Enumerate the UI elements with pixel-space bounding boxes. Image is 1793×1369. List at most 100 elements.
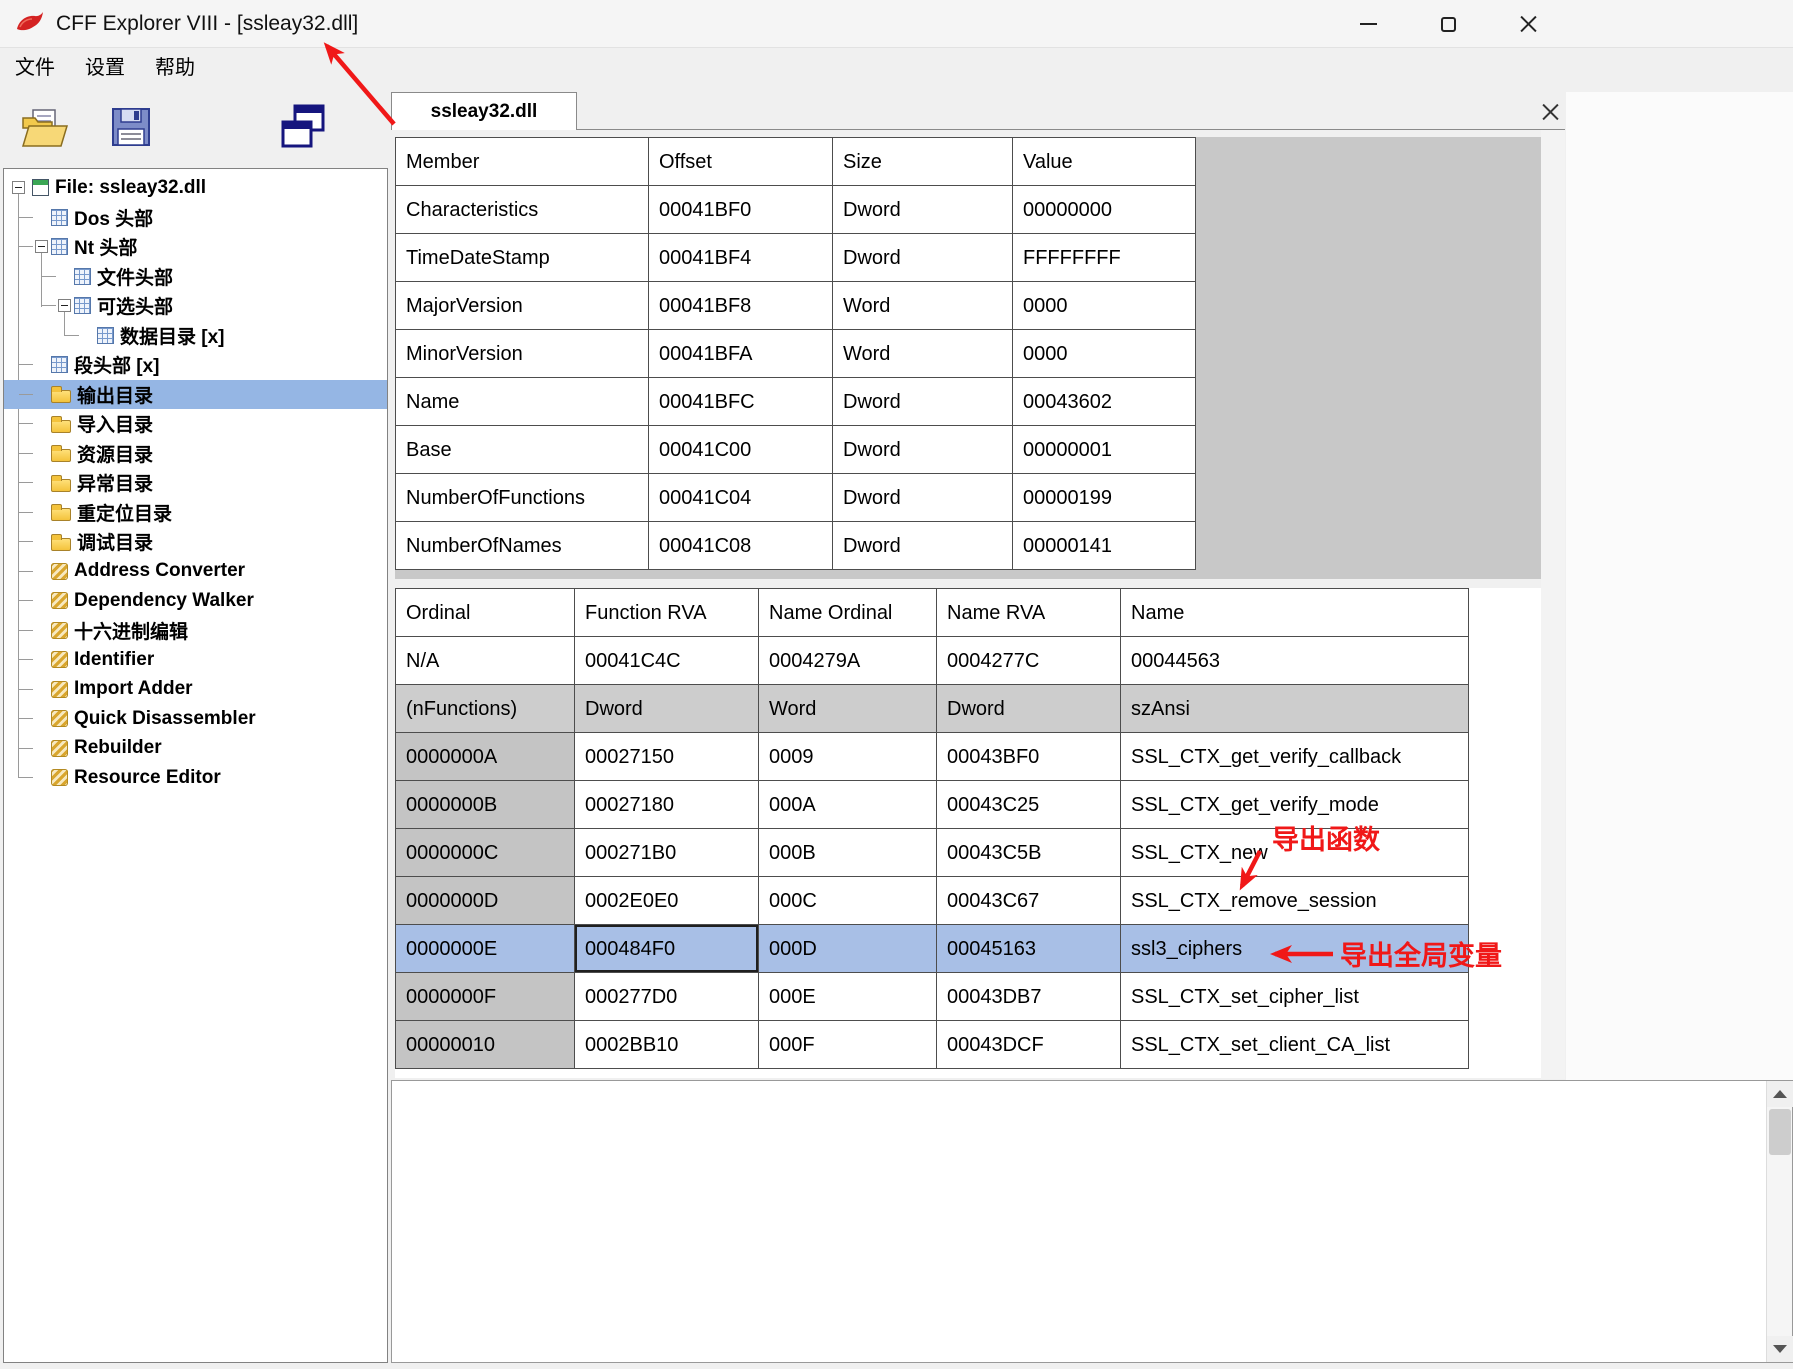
cell[interactable]: ssl3_ciphers [1121, 925, 1469, 973]
tree-item-import-directory[interactable]: 导入目录 [4, 409, 387, 439]
cell[interactable]: SSL_CTX_set_cipher_list [1121, 973, 1469, 1021]
cell[interactable]: szAnsi [1121, 685, 1469, 733]
cell[interactable]: Dword [833, 522, 1013, 570]
cell[interactable]: NumberOfNames [396, 522, 649, 570]
maximize-button[interactable] [1420, 6, 1476, 42]
cell[interactable]: SSL_CTX_get_verify_mode [1121, 781, 1469, 829]
column-header-ordinal[interactable]: Ordinal [396, 589, 575, 637]
cell[interactable]: 00000010 [396, 1021, 575, 1069]
cell[interactable]: 00041BF0 [649, 186, 833, 234]
cell[interactable]: 0000 [1013, 330, 1196, 378]
cell[interactable]: 0000000C [396, 829, 575, 877]
cell[interactable]: 00045163 [937, 925, 1121, 973]
cell[interactable]: 00043DB7 [937, 973, 1121, 1021]
cell[interactable]: 00041C4C [575, 637, 759, 685]
content-scrollbar[interactable] [1541, 130, 1565, 1079]
cell[interactable]: 0002BB10 [575, 1021, 759, 1069]
cell[interactable]: SSL_CTX_remove_session [1121, 877, 1469, 925]
tree-item-relocation-directory[interactable]: 重定位目录 [4, 498, 387, 528]
scroll-down-button[interactable] [1767, 1336, 1793, 1362]
cell[interactable]: 000B [759, 829, 937, 877]
cell[interactable]: 00041C08 [649, 522, 833, 570]
cell[interactable]: 00000199 [1013, 474, 1196, 522]
cell[interactable]: 000271B0 [575, 829, 759, 877]
cell[interactable]: 00043602 [1013, 378, 1196, 426]
cell[interactable]: SSL_CTX_get_verify_callback [1121, 733, 1469, 781]
cell[interactable]: Word [833, 282, 1013, 330]
cell[interactable]: 000F [759, 1021, 937, 1069]
tree-item-hex-editor[interactable]: 十六进制编辑 [4, 616, 387, 646]
tree-item-section-headers[interactable]: 段头部 [x] [4, 350, 387, 380]
column-header-function-rva[interactable]: Function RVA [575, 589, 759, 637]
tree-item-data-directories[interactable]: 数据目录 [x] [4, 321, 387, 351]
cell[interactable]: 00043C25 [937, 781, 1121, 829]
close-button[interactable] [1500, 6, 1556, 42]
cell[interactable]: Base [396, 426, 649, 474]
cell[interactable]: Characteristics [396, 186, 649, 234]
cell[interactable]: FFFFFFFF [1013, 234, 1196, 282]
column-header-offset[interactable]: Offset [649, 138, 833, 186]
column-header-member[interactable]: Member [396, 138, 649, 186]
cell[interactable]: 00041C00 [649, 426, 833, 474]
cell[interactable]: N/A [396, 637, 575, 685]
scroll-up-button[interactable] [1767, 1081, 1793, 1107]
expander-minus[interactable] [12, 181, 25, 194]
cell[interactable]: 0000000D [396, 877, 575, 925]
tab-close-button[interactable] [1538, 100, 1562, 124]
cell[interactable]: 000E [759, 973, 937, 1021]
cell[interactable]: MinorVersion [396, 330, 649, 378]
cell[interactable]: 000277D0 [575, 973, 759, 1021]
tree-item-identifier[interactable]: Identifier [4, 645, 387, 675]
cell[interactable]: 0000000E [396, 925, 575, 973]
tree-item-rebuilder[interactable]: Rebuilder [4, 734, 387, 764]
cell[interactable]: 00000000 [1013, 186, 1196, 234]
cell[interactable]: SSL_CTX_set_client_CA_list [1121, 1021, 1469, 1069]
cell[interactable]: 0004279A [759, 637, 937, 685]
menu-file[interactable]: 文件 [0, 51, 70, 85]
expander-minus[interactable] [35, 240, 48, 253]
cell[interactable]: Dword [833, 186, 1013, 234]
cell[interactable]: Dword [575, 685, 759, 733]
save-button[interactable] [100, 96, 162, 158]
cell[interactable]: (nFunctions) [396, 685, 575, 733]
column-header-name-ordinal[interactable]: Name Ordinal [759, 589, 937, 637]
tree-item-resource-editor[interactable]: Resource Editor [4, 763, 387, 793]
cell[interactable]: Dword [937, 685, 1121, 733]
tree-item-file-header[interactable]: 文件头部 [4, 262, 387, 292]
cell[interactable]: 00043BF0 [937, 733, 1121, 781]
cell[interactable]: 0000 [1013, 282, 1196, 330]
column-header-value[interactable]: Value [1013, 138, 1196, 186]
open-file-button[interactable] [14, 96, 76, 158]
cell[interactable]: 00027150 [575, 733, 759, 781]
tree-item-address-converter[interactable]: Address Converter [4, 557, 387, 587]
cell[interactable]: Dword [833, 474, 1013, 522]
cell[interactable]: Name [396, 378, 649, 426]
scrollbar-track[interactable] [1767, 1107, 1792, 1336]
cell[interactable]: 00041BF4 [649, 234, 833, 282]
minimize-button[interactable] [1340, 6, 1396, 42]
column-header-name-rva[interactable]: Name RVA [937, 589, 1121, 637]
menu-settings[interactable]: 设置 [70, 51, 140, 85]
tab-ssleay32[interactable]: ssleay32.dll [391, 92, 577, 130]
cell[interactable]: 00041C04 [649, 474, 833, 522]
menu-help[interactable]: 帮助 [140, 51, 210, 85]
cell[interactable]: 00043DCF [937, 1021, 1121, 1069]
tree-item-exception-directory[interactable]: 异常目录 [4, 468, 387, 498]
cell[interactable]: 00041BFC [649, 378, 833, 426]
expander-minus[interactable] [58, 299, 71, 312]
cell[interactable]: 00043C67 [937, 877, 1121, 925]
cell[interactable]: 00041BF8 [649, 282, 833, 330]
cell[interactable]: 00000141 [1013, 522, 1196, 570]
cell[interactable]: 0002E0E0 [575, 877, 759, 925]
cell[interactable]: SSL_CTX_new [1121, 829, 1469, 877]
cell[interactable]: Dword [833, 426, 1013, 474]
cell[interactable]: 0004277C [937, 637, 1121, 685]
tree-item-file[interactable]: File: ssleay32.dll [4, 173, 387, 203]
cell[interactable]: MajorVersion [396, 282, 649, 330]
tree-item-dependency-walker[interactable]: Dependency Walker [4, 586, 387, 616]
cell[interactable]: 00000001 [1013, 426, 1196, 474]
cell[interactable]: 000A [759, 781, 937, 829]
cell[interactable]: Word [833, 330, 1013, 378]
tree-item-nt-header[interactable]: Nt 头部 [4, 232, 387, 262]
tree-item-dos-header[interactable]: Dos 头部 [4, 203, 387, 233]
